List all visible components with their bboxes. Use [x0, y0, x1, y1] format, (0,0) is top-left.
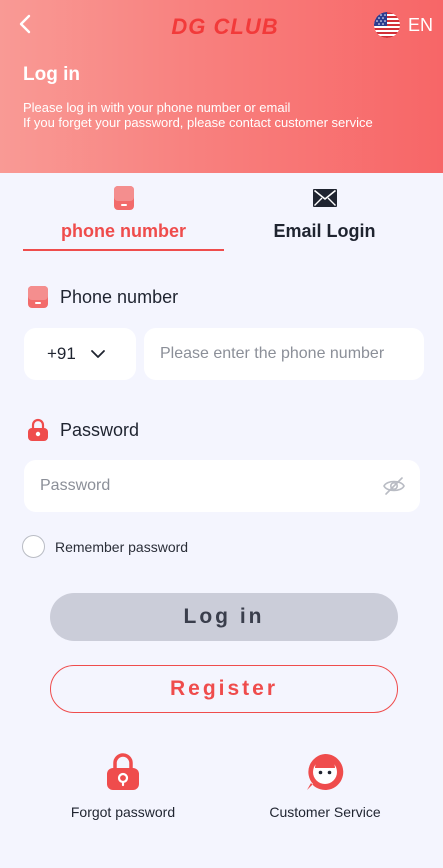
remember-password-radio[interactable] [22, 535, 45, 558]
password-field-label: Password [26, 418, 139, 442]
password-label-text: Password [60, 419, 140, 440]
phone-label-text: Phone number [60, 286, 179, 307]
page-title: Log in [23, 64, 80, 85]
phone-input-wrapper [144, 328, 424, 380]
password-input-wrapper [24, 460, 420, 512]
phone-field-label: Phone number [26, 285, 178, 309]
subtitle-line-1: Please log in with your phone number or … [23, 100, 291, 115]
phone-number-input[interactable] [144, 328, 424, 380]
language-selector[interactable]: EN [373, 12, 433, 38]
chevron-down-icon [90, 350, 105, 358]
login-button[interactable]: Log in [50, 593, 398, 641]
subtitle-line-2: If you forget your password, please cont… [23, 115, 373, 130]
phone-icon [113, 186, 134, 210]
country-code-value: +91 [47, 344, 76, 363]
forgot-password-label: Forgot password [70, 804, 176, 820]
customer-service-icon [307, 753, 344, 790]
login-method-tabs: phone number Email Login [0, 173, 443, 253]
header: DG CLUB EN Log in Please log in with you… [0, 0, 443, 173]
forgot-password-link[interactable]: Forgot password [43, 752, 203, 820]
customer-service-label: Customer Service [269, 804, 381, 820]
us-flag-icon [373, 12, 400, 38]
language-label: EN [407, 14, 433, 35]
page-subtitle: Please log in with your phone number or … [23, 100, 373, 130]
svg-text:DG CLUB: DG CLUB [171, 14, 278, 39]
active-tab-indicator [23, 249, 224, 251]
password-input[interactable] [24, 460, 420, 512]
tab-email-login[interactable]: Email Login [224, 173, 425, 251]
register-button[interactable]: Register [50, 665, 398, 713]
brand-logo: DG CLUB [171, 14, 278, 39]
remember-password-toggle[interactable]: Remember password [22, 535, 188, 558]
phone-icon [28, 286, 48, 308]
tab-email-label: Email Login [273, 221, 376, 241]
lock-icon [107, 753, 139, 790]
eye-off-icon[interactable] [382, 474, 406, 498]
customer-service-link[interactable]: Customer Service [245, 752, 405, 820]
mail-icon [312, 189, 337, 207]
back-arrow-icon[interactable] [14, 12, 38, 36]
tab-phone-label: phone number [61, 221, 186, 241]
tab-phone-number[interactable]: phone number [23, 173, 224, 251]
country-code-select[interactable]: +91 [24, 328, 136, 380]
remember-password-label: Remember password [55, 538, 189, 555]
lock-icon [28, 418, 48, 441]
